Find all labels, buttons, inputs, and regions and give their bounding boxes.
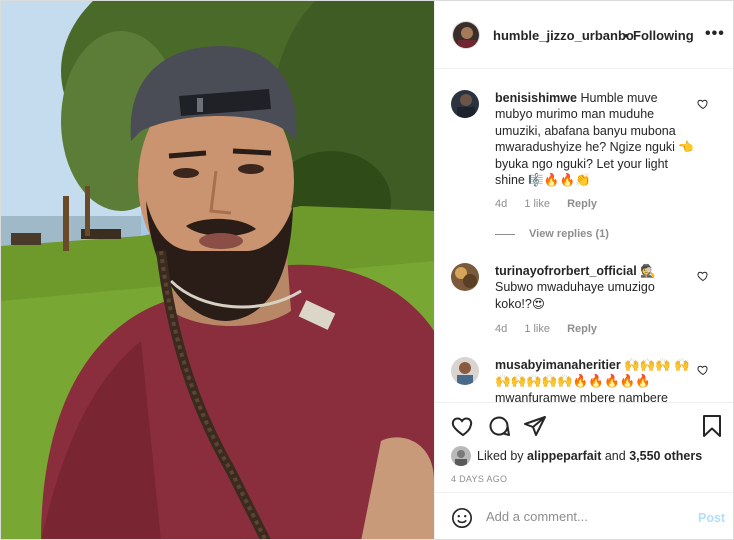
comment-avatar-image xyxy=(451,90,479,118)
comment-heart-icon[interactable] xyxy=(697,270,709,282)
instagram-post-window: humble_jizzo_urbanbo • Following ••• ben… xyxy=(0,0,734,540)
view-replies-button[interactable]: View replies (1) xyxy=(495,228,609,240)
replies-divider xyxy=(495,233,515,235)
comment-input[interactable] xyxy=(486,509,686,524)
view-replies-label[interactable]: View replies (1) xyxy=(529,228,609,240)
bookmark-icon[interactable] xyxy=(700,414,724,438)
following-button[interactable]: Following xyxy=(633,28,694,43)
post-side-panel: humble_jizzo_urbanbo • Following ••• ben… xyxy=(434,1,733,539)
comment-username[interactable]: benisishimwe xyxy=(495,91,577,105)
comment-icon[interactable] xyxy=(487,414,511,438)
comment-meta: 4d 1 like Reply xyxy=(495,323,611,335)
reply-button[interactable]: Reply xyxy=(567,198,597,210)
comment-content: Humble muve mubyo murimo man muduhe umuz… xyxy=(495,91,694,188)
comments-list[interactable]: benisishimwe Humble muve mubyo murimo ma… xyxy=(435,70,733,402)
comment-avatar[interactable] xyxy=(451,90,479,118)
post-header: humble_jizzo_urbanbo • Following ••• xyxy=(435,1,733,69)
comment-avatar[interactable] xyxy=(451,357,479,385)
post-timestamp[interactable]: 4 DAYS AGO xyxy=(451,474,507,484)
comment-text: benisishimwe Humble muve mubyo murimo ma… xyxy=(495,90,695,188)
comment-age: 4d xyxy=(495,323,508,335)
post-actions: Liked by alippeparfait and 3,550 others … xyxy=(435,402,733,492)
comment-age: 4d xyxy=(495,198,508,210)
comment-username[interactable]: turinayofrorbert_official xyxy=(495,264,637,278)
author-avatar-image xyxy=(453,22,479,48)
more-icon[interactable]: ••• xyxy=(705,25,725,43)
likes-others[interactable]: 3,550 others xyxy=(629,449,702,463)
comment-username[interactable]: musabyimanaheritier xyxy=(495,358,621,372)
heart-icon[interactable] xyxy=(451,414,475,438)
comment-avatar-image xyxy=(451,263,479,291)
likes-conj: and xyxy=(604,449,626,463)
comment-text: turinayofrorbert_official 🕵 Subwo mwaduh… xyxy=(495,263,695,312)
liker-username[interactable]: alippeparfait xyxy=(527,449,601,463)
author-avatar[interactable] xyxy=(452,21,480,49)
post-photo[interactable] xyxy=(1,1,434,539)
comment-avatar-image xyxy=(451,357,479,385)
post-photo-illustration xyxy=(1,1,434,539)
comment-avatar[interactable] xyxy=(451,263,479,291)
liker-avatar[interactable] xyxy=(451,446,471,466)
comment-text: musabyimanaheritier 🙌🙌🙌 🙌🙌🙌🙌🙌🙌🔥🔥🔥🔥🔥 mwan… xyxy=(495,357,695,402)
emoji-icon[interactable] xyxy=(451,507,473,529)
comment-meta: 4d 1 like Reply xyxy=(495,198,611,210)
add-comment-bar: Post xyxy=(435,492,733,539)
comment-heart-icon[interactable] xyxy=(697,98,709,110)
author-username[interactable]: humble_jizzo_urbanbo xyxy=(493,28,634,43)
comment-likes[interactable]: 1 like xyxy=(524,198,550,210)
likes-text: Liked by alippeparfait and 3,550 others xyxy=(477,449,702,463)
reply-button[interactable]: Reply xyxy=(567,323,597,335)
share-icon[interactable] xyxy=(523,414,547,438)
liker-avatar-image xyxy=(451,446,471,466)
likes-prefix: Liked by xyxy=(477,449,524,463)
header-separator: • xyxy=(624,28,629,43)
comment-heart-icon[interactable] xyxy=(697,364,709,376)
comment-likes[interactable]: 1 like xyxy=(524,323,550,335)
post-comment-button[interactable]: Post xyxy=(698,511,725,525)
